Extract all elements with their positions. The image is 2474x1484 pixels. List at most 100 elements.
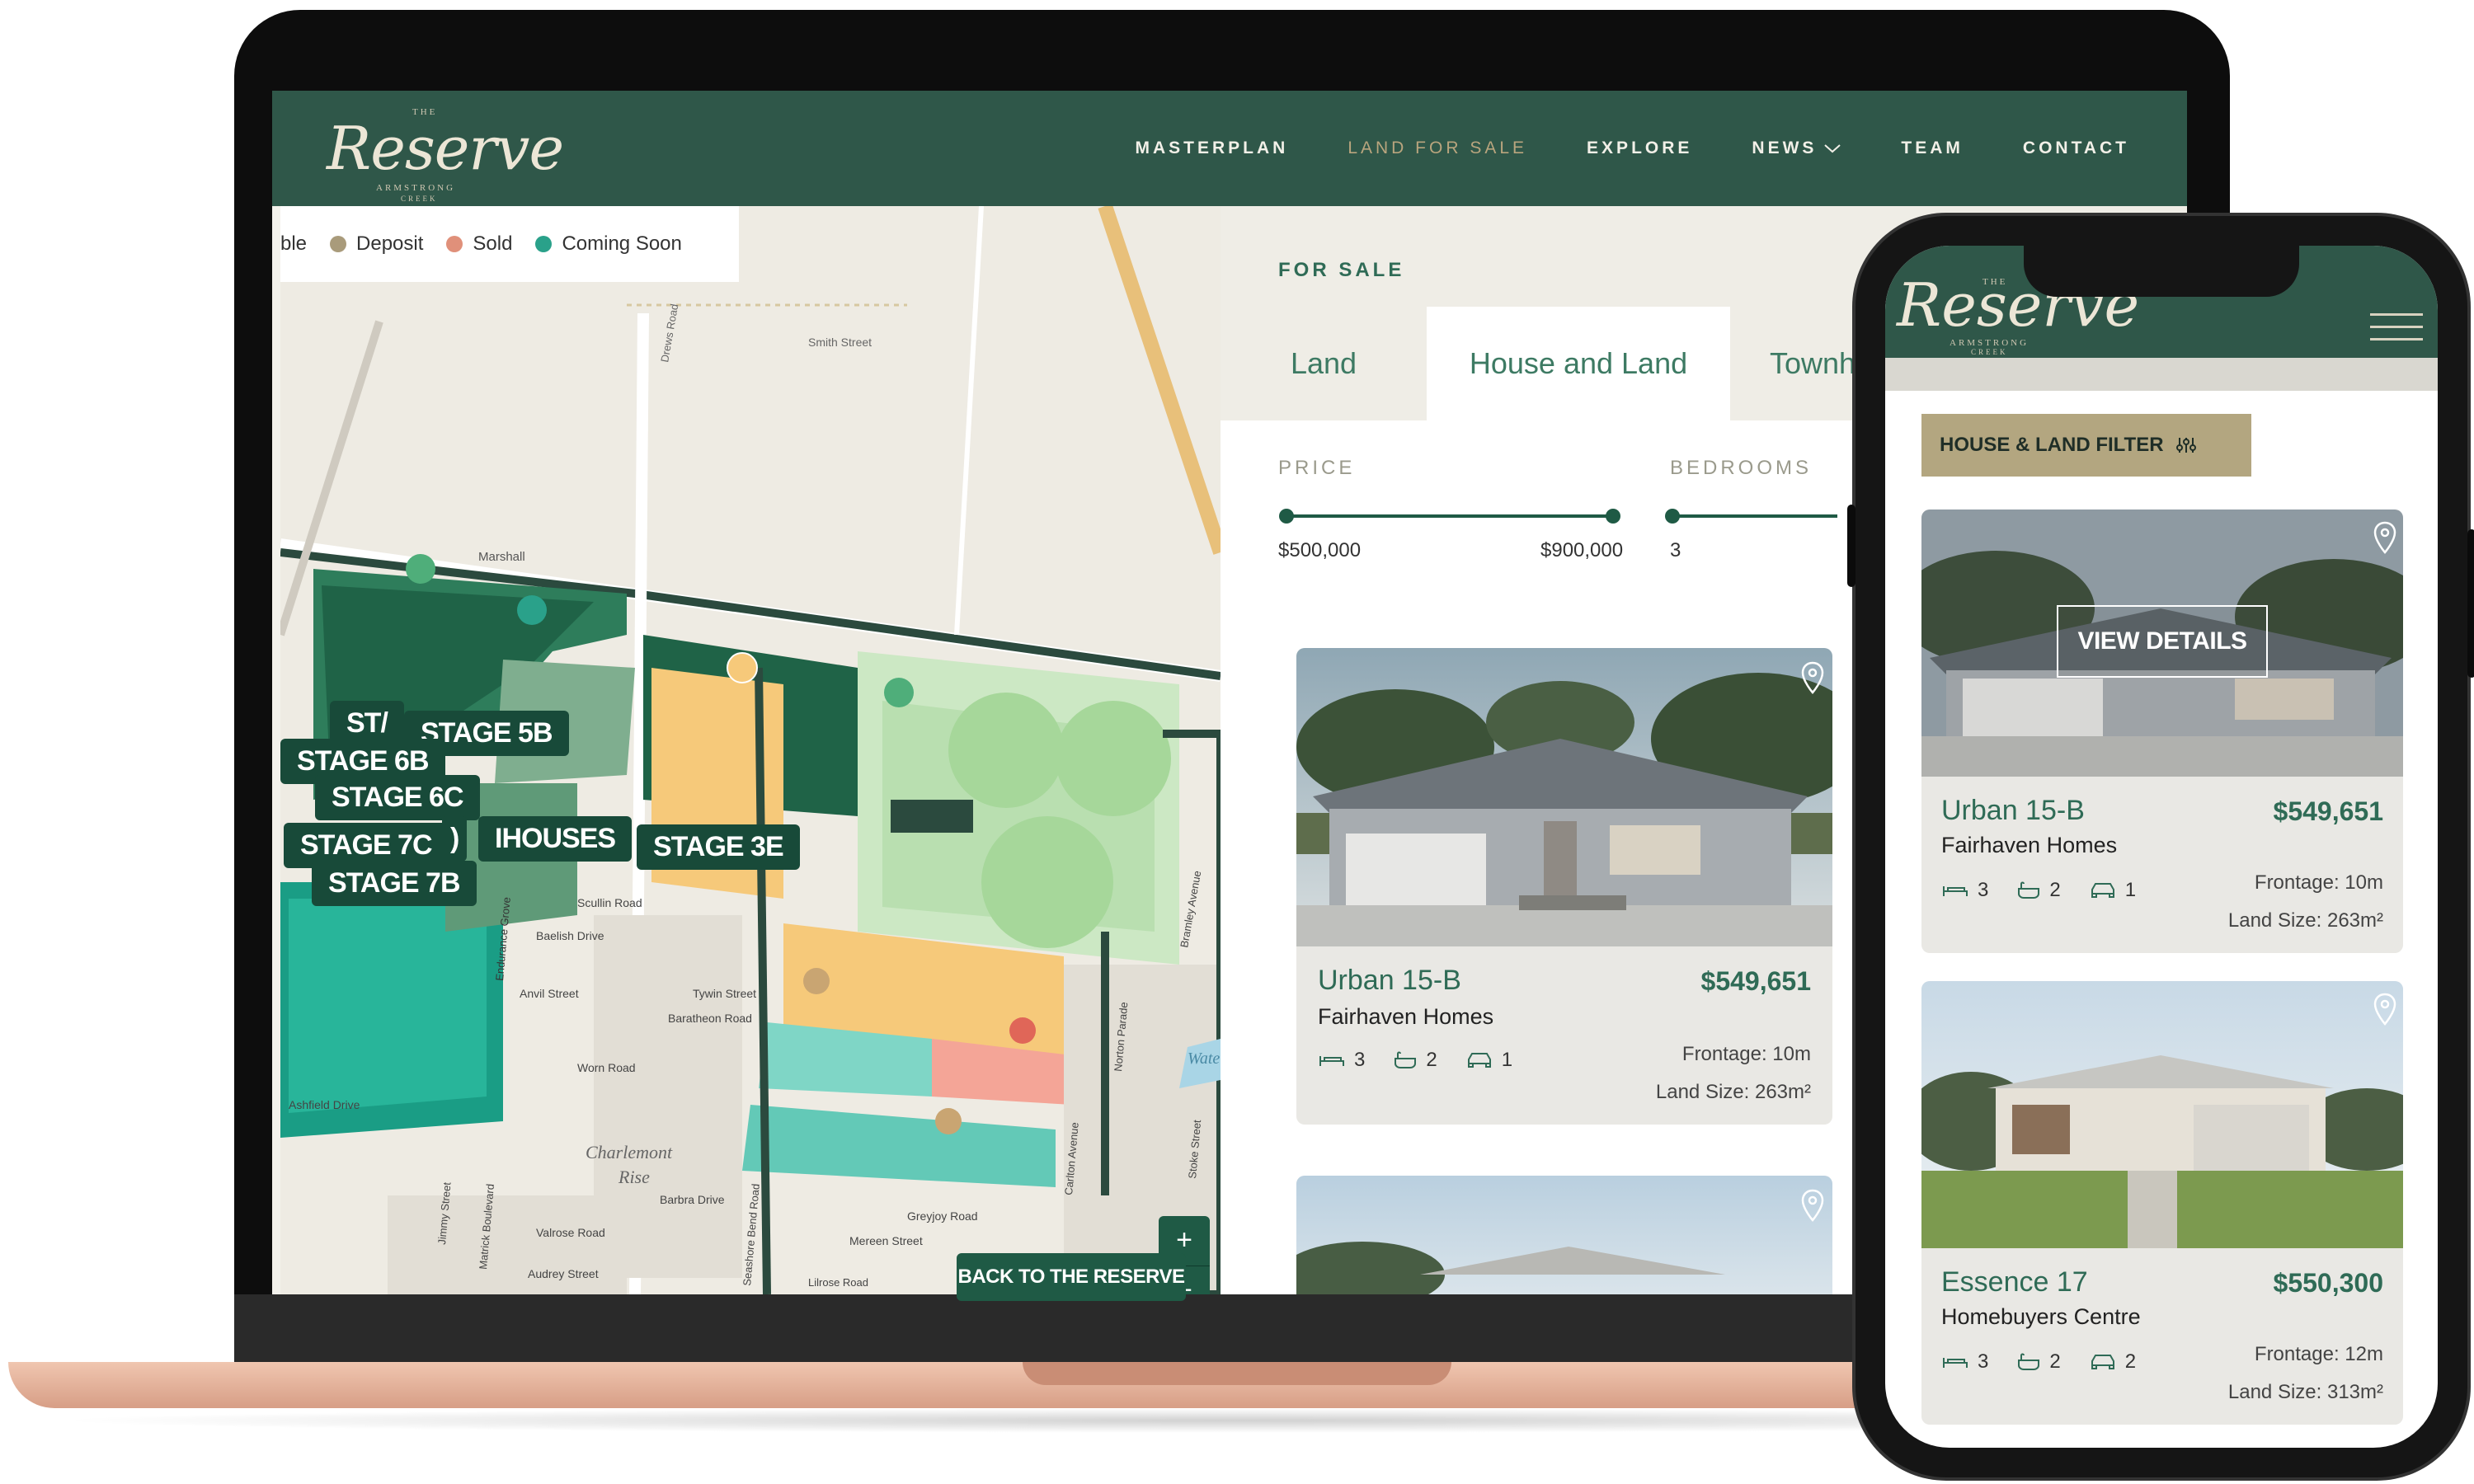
bath-icon xyxy=(1395,1051,1417,1068)
bath-icon xyxy=(2018,1353,2040,1370)
legend-deposit: Deposit xyxy=(330,232,423,256)
place-label: Charlemont xyxy=(586,1142,673,1162)
beds-spec: 3 xyxy=(1318,1049,1365,1072)
bedrooms-value: 3 xyxy=(1670,539,1681,561)
baths-spec: 2 xyxy=(2016,879,2061,902)
card-frontage: Frontage: 12m xyxy=(2254,1343,2383,1365)
car-icon xyxy=(2091,1355,2114,1369)
logo-sub-text: ARMSTRONG xyxy=(376,183,456,193)
price-min-value: $500,000 xyxy=(1278,539,1362,561)
phone-frame: THE Reserve ARMSTRONG CREEK HOUSE & LAND… xyxy=(1847,216,2474,1477)
card-price: $549,651 xyxy=(1700,966,1811,996)
card-price: $550,300 xyxy=(2273,1268,2383,1298)
nav-news[interactable]: NEWS xyxy=(1752,139,1841,158)
cars-count: 1 xyxy=(1501,1049,1513,1071)
tab-house-and-land[interactable]: House and Land xyxy=(1427,307,1730,420)
logo-main-text: Reserve xyxy=(327,114,564,183)
card-frontage: Frontage: 10m xyxy=(2254,871,2383,894)
map-pin-icon[interactable] xyxy=(1801,661,1824,694)
phone-listing-card[interactable]: Essence 17 $550,300 Homebuyers Centre 3 … xyxy=(1921,981,2403,1425)
beds-count: 3 xyxy=(1978,879,1989,901)
coming-soon-dot-icon xyxy=(535,236,553,252)
site-logo[interactable]: THE Reserve ARMSTRONG CREEK xyxy=(327,102,564,203)
baths-count: 2 xyxy=(1426,1049,1437,1071)
phone-subheader-bar xyxy=(1885,358,2438,391)
card-builder: Fairhaven Homes xyxy=(1318,1004,1494,1029)
legend-label: ble xyxy=(280,232,308,255)
main-nav: MASTERPLAN LAND FOR SALE EXPLORE NEWS TE… xyxy=(1135,139,2129,158)
listing-card[interactable]: Urban 15-B $549,651 Fairhaven Homes 3 2 … xyxy=(1296,648,1832,1125)
nav-explore[interactable]: EXPLORE xyxy=(1587,139,1692,158)
nav-land-for-sale[interactable]: LAND FOR SALE xyxy=(1348,139,1527,158)
card-builder: Homebuyers Centre xyxy=(1941,1304,2141,1329)
car-icon xyxy=(1467,1053,1491,1068)
baths-count: 2 xyxy=(2049,1350,2061,1373)
bedrooms-slider-track[interactable] xyxy=(1672,514,1837,518)
cars-count: 2 xyxy=(2124,1350,2137,1373)
cars-spec: 1 xyxy=(2089,879,2136,902)
street-label: Valrose Road xyxy=(536,1226,605,1239)
back-to-reserve-button[interactable]: BACK TO THE RESERVE xyxy=(957,1253,1186,1301)
phone-listing-card[interactable]: VIEW DETAILS Urban 15-B $549,651 Fairhav… xyxy=(1921,510,2403,953)
listing-card[interactable] xyxy=(1296,1176,1832,1294)
phone-notch xyxy=(2024,246,2299,297)
stage-label-3e[interactable]: STAGE 3E xyxy=(637,824,800,870)
card-meta: Frontage: 10m Land Size: 263m² xyxy=(1656,1036,1811,1111)
card-meta: Frontage: 10m Land Size: 263m² xyxy=(2228,864,2383,939)
nav-team[interactable]: TEAM xyxy=(1901,139,1964,158)
price-min-handle[interactable] xyxy=(1279,509,1294,524)
cars-spec: 1 xyxy=(1465,1049,1512,1072)
map-pin-icon[interactable] xyxy=(2373,993,2396,1026)
beds-spec: 3 xyxy=(1941,1350,1988,1374)
view-details-button[interactable]: VIEW DETAILS xyxy=(2057,605,2268,678)
street-label: Barbra Drive xyxy=(660,1193,725,1206)
bed-icon xyxy=(1943,886,1968,896)
nav-masterplan[interactable]: MASTERPLAN xyxy=(1135,139,1288,158)
price-max-value: $900,000 xyxy=(1540,539,1624,561)
street-label: Ashfield Drive xyxy=(289,1098,360,1111)
tab-land[interactable]: Land xyxy=(1221,307,1427,420)
street-label: Baratheon Road xyxy=(668,1012,752,1025)
stage-label-6c[interactable]: STAGE 6C xyxy=(315,775,480,820)
beds-count: 3 xyxy=(1354,1049,1366,1071)
logo-sub-text: ARMSTRONG xyxy=(1950,338,2030,348)
legend-label: Coming Soon xyxy=(562,232,682,255)
stage-label-fragment[interactable]: ) xyxy=(442,816,468,862)
card-specs: 3 2 1 xyxy=(1941,879,2136,902)
bath-icon xyxy=(2018,881,2040,899)
card-land-size: Land Size: 313m² xyxy=(2227,1380,2383,1403)
stage-label-7b[interactable]: STAGE 7B xyxy=(312,861,477,906)
price-slider-track[interactable] xyxy=(1286,514,1613,518)
mockup-stage: THE Reserve ARMSTRONG CREEK MASTERPLAN L… xyxy=(0,0,2474,1484)
beds-spec: 3 xyxy=(1941,879,1988,902)
legend-sold: Sold xyxy=(446,232,512,256)
hamburger-menu-icon[interactable] xyxy=(2370,313,2423,346)
card-title: Urban 15-B xyxy=(1318,965,1461,996)
map-legend: ble Deposit Sold Coming Soon xyxy=(280,206,739,282)
card-frontage: Frontage: 10m xyxy=(1681,1043,1811,1065)
masterplan-map[interactable]: Smith Street Drews Road Marshall Scullin… xyxy=(280,206,1221,1294)
deposit-dot-icon xyxy=(330,236,347,252)
street-label: Mereen Street xyxy=(849,1234,923,1247)
baths-count: 2 xyxy=(2049,879,2061,901)
price-max-handle[interactable] xyxy=(1606,509,1620,524)
phone-power-button xyxy=(2467,529,2474,678)
bedrooms-handle[interactable] xyxy=(1665,509,1680,524)
stage-label-townhouses[interactable]: IHOUSES xyxy=(478,816,633,862)
site-header: THE Reserve ARMSTRONG CREEK MASTERPLAN L… xyxy=(272,91,2187,206)
cars-spec: 2 xyxy=(2089,1350,2136,1374)
street-label: Worn Road xyxy=(577,1061,636,1074)
card-meta: Frontage: 12m Land Size: 313m² xyxy=(2228,1336,2383,1411)
street-label: Anvil Street xyxy=(520,987,579,1000)
baths-spec: 2 xyxy=(2016,1350,2061,1374)
map-pin-icon[interactable] xyxy=(2373,521,2396,554)
house-land-filter-button[interactable]: HOUSE & LAND FILTER xyxy=(1921,414,2251,477)
legend-available: ble xyxy=(280,232,307,256)
listing-tabs: Land House and Land Townh xyxy=(1221,307,1895,420)
street-label: Marshall xyxy=(478,550,525,564)
street-label: Lilrose Road xyxy=(808,1276,868,1289)
card-land-size: Land Size: 263m² xyxy=(1655,1080,1811,1103)
map-pin-icon[interactable] xyxy=(1801,1189,1824,1222)
bed-icon xyxy=(1943,1358,1968,1368)
nav-contact[interactable]: CONTACT xyxy=(2023,139,2129,158)
